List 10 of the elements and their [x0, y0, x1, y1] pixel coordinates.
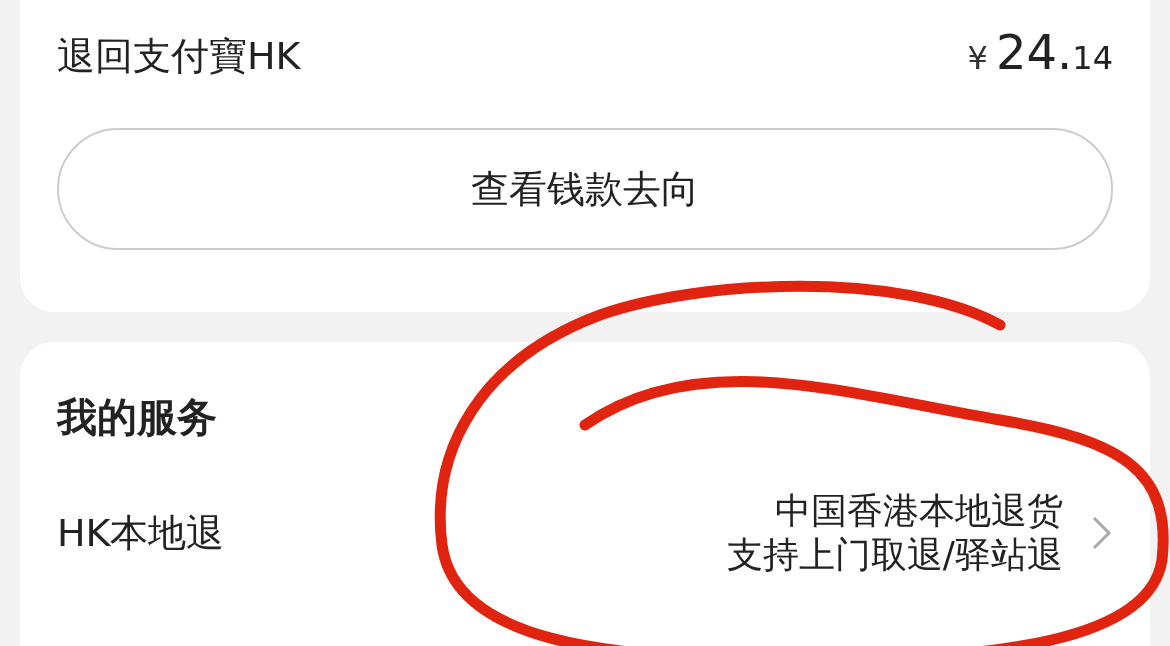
service-description: 中国香港本地退货: [775, 489, 1063, 533]
refund-label: 退回支付寶HK: [57, 33, 301, 80]
refund-cents: 14: [1072, 39, 1113, 77]
refund-amount: 24.: [995, 24, 1073, 80]
currency-symbol: ¥: [967, 39, 988, 77]
chevron-right-icon[interactable]: [1091, 515, 1113, 551]
section-title: 我的服务: [57, 393, 218, 442]
view-money-button[interactable]: 查看钱款去向: [57, 128, 1113, 250]
service-description: 支持上门取退/驿站退: [726, 533, 1063, 577]
service-label: HK本地退: [57, 509, 225, 557]
